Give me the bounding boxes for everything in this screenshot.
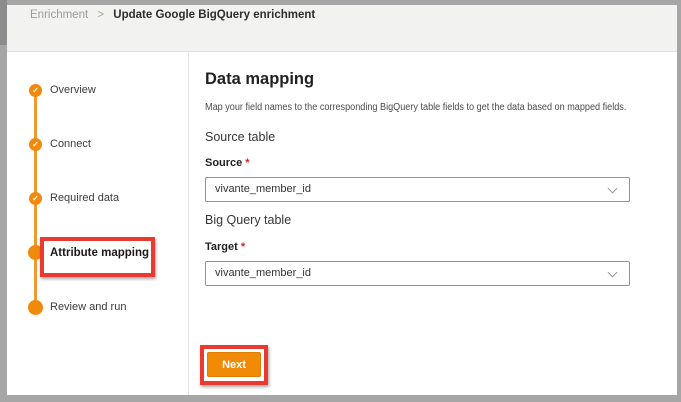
target-field-label: Target*: [205, 241, 245, 253]
bigquery-table-heading: Big Query table: [205, 213, 291, 227]
required-asterisk: *: [241, 241, 245, 253]
source-select[interactable]: vivante_member_id: [205, 177, 630, 202]
chevron-down-icon: [608, 268, 618, 278]
page-title: Data mapping: [205, 70, 314, 89]
step-connect-dot[interactable]: ✓: [29, 138, 42, 151]
sidebar-divider: [188, 53, 189, 395]
source-table-heading: Source table: [205, 130, 275, 144]
screenshot-frame: Enrichment > Update Google BigQuery enri…: [0, 0, 681, 402]
sidebar-item-connect[interactable]: Connect: [50, 138, 91, 150]
sidebar-item-review-and-run[interactable]: Review and run: [50, 301, 126, 313]
breadcrumb-parent-link[interactable]: Enrichment: [30, 9, 88, 21]
breadcrumb: Enrichment > Update Google BigQuery enri…: [30, 9, 315, 21]
sidebar-item-overview[interactable]: Overview: [50, 84, 96, 96]
target-select[interactable]: vivante_member_id: [205, 261, 630, 286]
source-field-label: Source*: [205, 157, 250, 169]
breadcrumb-current: Update Google BigQuery enrichment: [113, 9, 315, 21]
source-label-text: Source: [205, 157, 242, 169]
step-overview-dot[interactable]: ✓: [29, 84, 42, 97]
next-button[interactable]: Next: [207, 352, 261, 377]
source-select-value: vivante_member_id: [215, 183, 311, 195]
check-icon: ✓: [32, 195, 39, 203]
step-required-data-dot[interactable]: ✓: [29, 192, 42, 205]
chevron-down-icon: [608, 184, 618, 194]
sidebar-item-required-data[interactable]: Required data: [50, 192, 119, 204]
target-label-text: Target: [205, 241, 238, 253]
breadcrumb-separator-icon: >: [97, 9, 104, 21]
highlight-box-attribute-mapping: [40, 237, 155, 277]
check-icon: ✓: [32, 87, 39, 95]
page-description: Map your field names to the correspondin…: [205, 102, 626, 113]
window-edge: [0, 0, 7, 45]
required-asterisk: *: [245, 157, 249, 169]
step-review-and-run-dot[interactable]: [28, 300, 43, 315]
check-icon: ✓: [32, 141, 39, 149]
target-select-value: vivante_member_id: [215, 267, 311, 279]
